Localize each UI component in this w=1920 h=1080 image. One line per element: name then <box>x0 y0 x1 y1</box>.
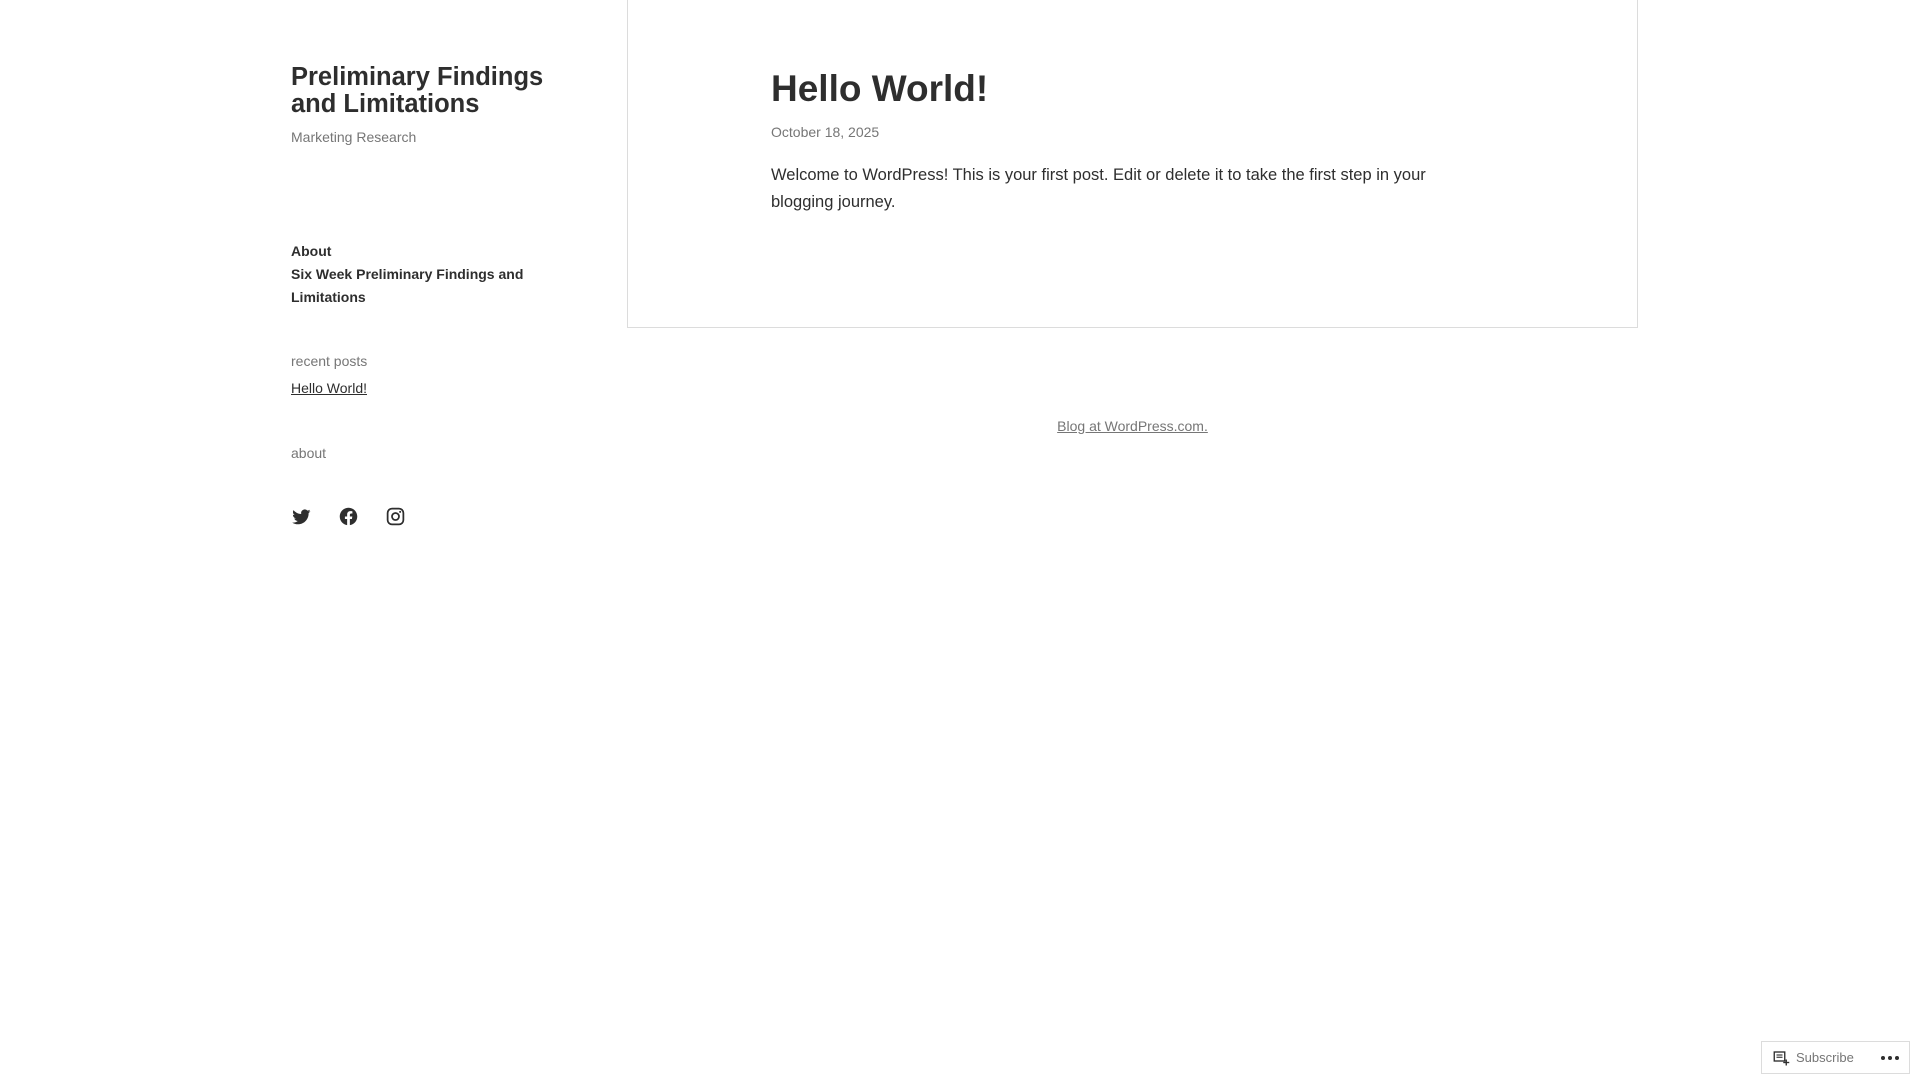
site-footer: Blog at WordPress.com. <box>627 418 1638 436</box>
action-bar: Subscribe <box>1761 1041 1910 1074</box>
about-widget: about <box>291 443 326 463</box>
recent-post-link[interactable]: Hello World! <box>291 380 367 396</box>
ellipsis-dot-icon <box>1881 1055 1885 1060</box>
subscribe-label: Subscribe <box>1796 1050 1854 1065</box>
recent-posts-widget: recent posts Hello World! <box>291 351 367 396</box>
post-card: Hello World! October 18, 2025 Welcome to… <box>627 0 1638 328</box>
facebook-icon[interactable] <box>338 506 359 527</box>
footer-credit-link[interactable]: Blog at WordPress.com. <box>1057 418 1208 434</box>
site-tagline: Marketing Research <box>291 129 417 145</box>
nav-item-about[interactable]: About <box>291 240 581 263</box>
twitter-icon[interactable] <box>291 506 312 527</box>
recent-posts-title: recent posts <box>291 353 368 369</box>
ellipsis-dot-icon <box>1888 1055 1892 1060</box>
post-title[interactable]: Hello World! <box>771 69 1491 109</box>
reader-icon <box>1773 1050 1790 1065</box>
instagram-icon[interactable] <box>385 506 406 527</box>
post-body: Welcome to WordPress! This is your first… <box>771 166 1426 211</box>
post-date[interactable]: October 18, 2025 <box>771 124 1491 140</box>
ellipsis-dot-icon <box>1895 1055 1899 1060</box>
sidebar: Preliminary Findings and Limitations Mar… <box>291 64 581 526</box>
nav-item-six-week-findings[interactable]: Six Week Preliminary Findings and Limita… <box>291 263 581 309</box>
about-widget-title: about <box>291 445 327 461</box>
main-navigation: About Six Week Preliminary Findings and … <box>291 240 581 309</box>
social-links <box>291 506 406 527</box>
more-options-button[interactable] <box>1881 1052 1899 1064</box>
site-title[interactable]: Preliminary Findings and Limitations <box>291 64 581 117</box>
subscribe-button[interactable]: Subscribe <box>1772 1049 1854 1067</box>
